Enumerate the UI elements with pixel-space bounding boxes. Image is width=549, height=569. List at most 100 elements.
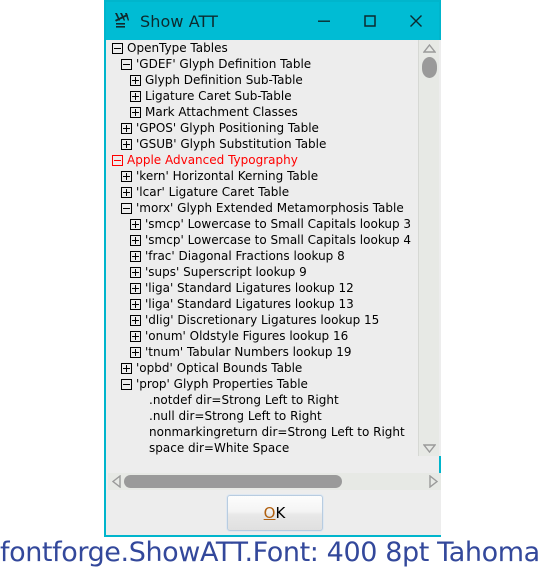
tree-row-label: 'prop' Glyph Properties Table [136, 377, 308, 391]
tree-row-label: 'liga' Standard Ligatures lookup 12 [145, 281, 354, 295]
dialog-button-area: OK [108, 490, 441, 535]
collapse-toggle-icon[interactable] [112, 42, 123, 54]
tree-row[interactable]: 'GSUB' Glyph Substitution Table [108, 136, 418, 152]
tree-row-label: 'tnum' Tabular Numbers lookup 19 [145, 345, 352, 359]
tree-row[interactable]: 'morx' Glyph Extended Metamorphosis Tabl… [108, 200, 418, 216]
tree-row-label: Glyph Definition Sub-Table [145, 73, 303, 87]
expand-toggle-icon[interactable] [130, 266, 141, 278]
window-controls [301, 2, 439, 40]
tree-row-label: 'sups' Superscript lookup 9 [145, 265, 307, 279]
tree-row-label: OpenType Tables [127, 41, 228, 55]
tree-row-label: 'smcp' Lowercase to Small Capitals looku… [145, 217, 412, 231]
tree-row-label: .null dir=Strong Left to Right [149, 409, 322, 423]
tree-row[interactable]: 'frac' Diagonal Fractions lookup 8 [108, 248, 418, 264]
expand-toggle-icon[interactable] [130, 330, 141, 342]
scroll-down-button[interactable] [419, 440, 440, 456]
ok-button-mnemonic: O [263, 504, 276, 522]
triangle-left-icon [111, 475, 121, 488]
expand-toggle-icon[interactable] [121, 362, 132, 374]
tree-row-label: 'lcar' Ligature Caret Table [136, 185, 290, 199]
scroll-up-button[interactable] [419, 40, 440, 56]
tree-row[interactable]: 'liga' Standard Ligatures lookup 12 [108, 280, 418, 296]
expand-toggle-icon[interactable] [130, 90, 141, 102]
collapse-toggle-icon[interactable] [121, 378, 132, 390]
tree-row[interactable]: Ligature Caret Sub-Table [108, 88, 418, 104]
tree-row-label: 'kern' Horizontal Kerning Table [136, 169, 319, 183]
maximize-icon [364, 15, 376, 27]
tree-row[interactable]: 'GDEF' Glyph Definition Table [108, 56, 418, 72]
tree-row-label: 'liga' Standard Ligatures lookup 13 [145, 297, 354, 311]
tree-row[interactable]: Apple Advanced Typography [108, 152, 418, 168]
tree-row[interactable]: 'dlig' Discretionary Ligatures lookup 15 [108, 312, 418, 328]
tree-row[interactable]: .notdef dir=Strong Left to Right [108, 392, 418, 408]
window-titlebar: Show ATT [106, 2, 439, 40]
vertical-scroll-thumb[interactable] [422, 57, 437, 78]
minimize-button[interactable] [301, 2, 347, 40]
tree-row-label: 'GPOS' Glyph Positioning Table [136, 121, 319, 135]
expand-toggle-icon[interactable] [130, 234, 141, 246]
scroll-right-button[interactable] [425, 473, 441, 490]
expand-toggle-icon[interactable] [130, 282, 141, 294]
tree-row[interactable]: .null dir=Strong Left to Right [108, 408, 418, 424]
tree-row[interactable]: space dir=White Space [108, 440, 418, 456]
tree-row-label: space dir=White Space [149, 441, 290, 455]
ok-button[interactable]: OK [226, 495, 323, 531]
tree-row-label: 'onum' Oldstyle Figures lookup 16 [145, 329, 349, 343]
expand-toggle-icon[interactable] [121, 186, 132, 198]
tree-row-label: 'dlig' Discretionary Ligatures lookup 15 [145, 313, 380, 327]
tree-row-label: 'frac' Diagonal Fractions lookup 8 [145, 249, 345, 263]
close-icon [410, 15, 422, 27]
fontforge-att-icon [115, 13, 129, 28]
expand-toggle-icon[interactable] [130, 298, 141, 310]
expand-toggle-icon[interactable] [130, 250, 141, 262]
maximize-button[interactable] [347, 2, 393, 40]
tree-row[interactable]: 'onum' Oldstyle Figures lookup 16 [108, 328, 418, 344]
tree-row[interactable]: Glyph Definition Sub-Table [108, 72, 418, 88]
screenshot-caption: fontforge.ShowATT.Font: 400 8pt Tahoma [0, 537, 549, 569]
tree-row-label: .notdef dir=Strong Left to Right [149, 393, 339, 407]
collapse-toggle-icon[interactable] [112, 154, 123, 166]
expand-toggle-icon[interactable] [121, 138, 132, 150]
tree-row-label: Apple Advanced Typography [127, 153, 298, 167]
horizontal-scrollbar[interactable] [108, 473, 441, 490]
tree-row-label: Ligature Caret Sub-Table [145, 89, 292, 103]
collapse-toggle-icon[interactable] [121, 202, 132, 214]
expand-toggle-icon[interactable] [130, 218, 141, 230]
att-tree-pane[interactable]: OpenType Tables 'GDEF' Glyph Definition T… [108, 40, 441, 456]
tree-row-label: Mark Attachment Classes [145, 105, 298, 119]
tree-row[interactable]: 'liga' Standard Ligatures lookup 13 [108, 296, 418, 312]
tree-row[interactable]: 'sups' Superscript lookup 9 [108, 264, 418, 280]
show-att-window: Show ATT OpenType Tables 'GDEF' Glyph Def… [104, 0, 441, 537]
tree-row-label: 'GDEF' Glyph Definition Table [136, 57, 312, 71]
expand-toggle-icon[interactable] [121, 122, 132, 134]
vertical-scrollbar[interactable] [418, 40, 439, 456]
horizontal-scroll-thumb[interactable] [124, 475, 342, 488]
tree-row[interactable]: nonmarkingreturn dir=Strong Left to Righ… [108, 424, 418, 440]
triangle-up-icon [423, 43, 436, 53]
tree-row[interactable]: 'tnum' Tabular Numbers lookup 19 [108, 344, 418, 360]
expand-toggle-icon[interactable] [121, 170, 132, 182]
expand-toggle-icon[interactable] [130, 74, 141, 86]
tree-row-label: 'morx' Glyph Extended Metamorphosis Tabl… [136, 201, 404, 215]
triangle-right-icon [428, 475, 438, 488]
expand-toggle-icon[interactable] [130, 346, 141, 358]
tree-row[interactable]: 'prop' Glyph Properties Table [108, 376, 418, 392]
tree-row[interactable]: 'smcp' Lowercase to Small Capitals looku… [108, 232, 418, 248]
tree-row-label: 'opbd' Optical Bounds Table [136, 361, 303, 375]
tree-row[interactable]: 'kern' Horizontal Kerning Table [108, 168, 418, 184]
minimize-icon [318, 20, 330, 22]
tree-row[interactable]: OpenType Tables [108, 40, 418, 56]
scroll-left-button[interactable] [108, 473, 124, 490]
tree-row[interactable]: 'lcar' Ligature Caret Table [108, 184, 418, 200]
collapse-toggle-icon[interactable] [121, 58, 132, 70]
tree-row-label: 'smcp' Lowercase to Small Capitals looku… [145, 233, 412, 247]
tree-row[interactable]: 'opbd' Optical Bounds Table [108, 360, 418, 376]
triangle-down-icon [423, 443, 436, 453]
window-title: Show ATT [140, 11, 219, 31]
expand-toggle-icon[interactable] [130, 314, 141, 326]
tree-row[interactable]: Mark Attachment Classes [108, 104, 418, 120]
tree-row[interactable]: 'smcp' Lowercase to Small Capitals looku… [108, 216, 418, 232]
close-button[interactable] [393, 2, 439, 40]
expand-toggle-icon[interactable] [130, 106, 141, 118]
tree-row[interactable]: 'GPOS' Glyph Positioning Table [108, 120, 418, 136]
